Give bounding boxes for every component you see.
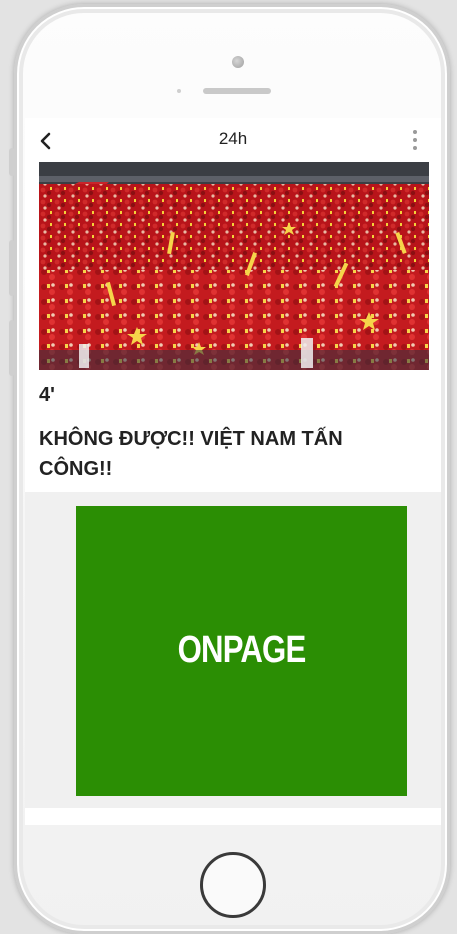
screen: 24h 4' KHÔNG ĐƯỢC!! VIỆT NAM TẤN CÔNG!! …: [25, 118, 441, 825]
match-minute: 4': [39, 384, 55, 406]
mute-switch: [9, 148, 15, 176]
article-headline: KHÔNG ĐƯỢC!! VIỆT NAM TẤN CÔNG!!: [39, 428, 343, 480]
ad-label: ONPAGE: [177, 629, 307, 671]
article-card[interactable]: 4' KHÔNG ĐƯỢC!! VIỆT NAM TẤN CÔNG!!: [25, 162, 441, 492]
onpage-ad-banner[interactable]: ONPAGE: [76, 506, 407, 796]
more-options-button[interactable]: [405, 126, 425, 154]
earpiece-speaker: [203, 88, 271, 94]
top-nav-bar: 24h: [25, 118, 441, 162]
volume-up-button: [9, 240, 15, 296]
page-title: 24h: [218, 129, 248, 148]
stadium-crowd-photo: [39, 162, 429, 370]
home-button[interactable]: [200, 852, 266, 918]
volume-down-button: [9, 320, 15, 376]
next-article-card[interactable]: [25, 808, 441, 825]
proximity-sensor: [177, 89, 181, 93]
crowd-image: [39, 162, 429, 370]
front-camera: [232, 56, 244, 68]
